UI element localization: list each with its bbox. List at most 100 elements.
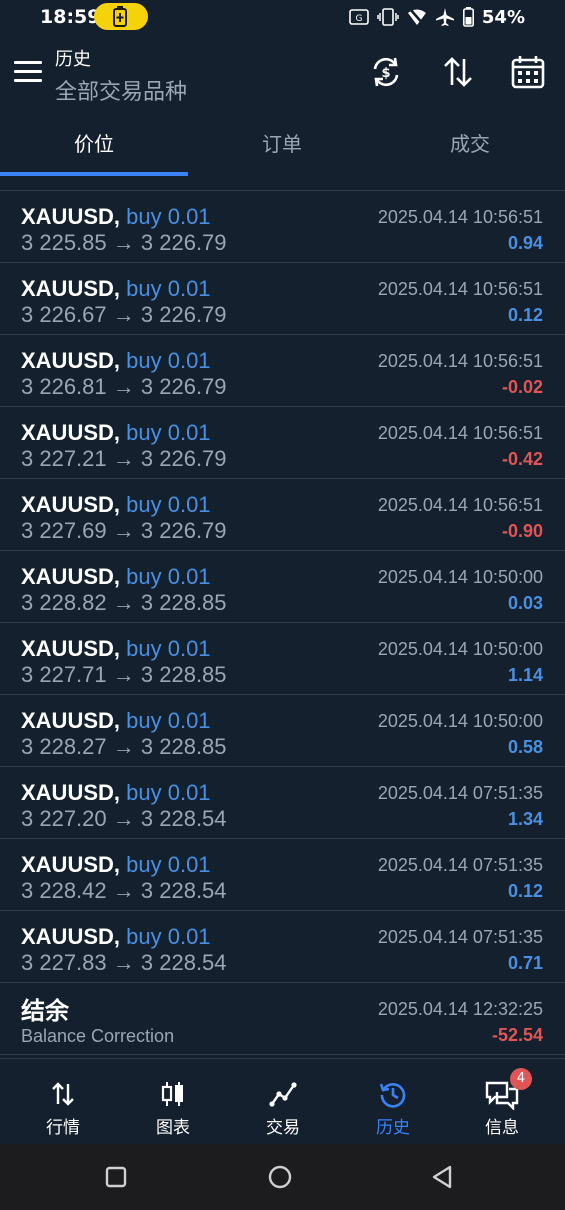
deal-row[interactable]: XAUUSD, buy 0.01 3 227.21 → 3 226.79 2025.… (0, 407, 565, 479)
home-icon (268, 1165, 292, 1189)
deal-row[interactable]: XAUUSD, buy 0.01 3 228.27 → 3 228.85 2025.… (0, 695, 565, 767)
deal-row[interactable]: XAUUSD, buy 0.01 3 226.81 → 3 226.79 2025.… (0, 335, 565, 407)
symbol-text: XAUUSD, (21, 636, 121, 661)
close-price: 3 228.85 (140, 734, 227, 759)
status-icons: G 54% (349, 5, 525, 29)
symbol-text: XAUUSD, (21, 348, 121, 373)
battery-saver-indicator (94, 3, 148, 30)
deal-profit: -0.02 (501, 377, 543, 397)
deal-row[interactable]: XAUUSD, buy 0.01 3 228.42 → 3 228.54 2025.… (0, 839, 565, 911)
deal-row[interactable]: XAUUSD, buy 0.01 3 227.83 → 3 228.54 2025.… (0, 911, 565, 983)
nav-messages[interactable]: 4 信息 (447, 1059, 557, 1145)
symbol-filter[interactable]: 全部交易品种 (55, 74, 187, 106)
sort-button[interactable] (440, 54, 476, 90)
tab-orders[interactable]: 订单 (188, 122, 376, 176)
open-price: 3 227.83 (21, 950, 107, 975)
arrow-icon: → (112, 374, 135, 399)
sync-button[interactable]: $ (368, 54, 404, 90)
deal-row[interactable]: XAUUSD, buy 0.01 3 225.85 → 3 226.79 2025.… (0, 191, 565, 263)
close-price: 3 226.79 (140, 518, 227, 543)
balance-subtitle: Balance Correction (21, 1026, 175, 1046)
arrow-icon: → (112, 950, 135, 975)
trade-icon (269, 1082, 297, 1107)
close-price: 3 228.85 (140, 662, 227, 687)
deal-profit: 0.58 (507, 737, 543, 757)
back-button[interactable] (430, 1164, 456, 1190)
deal-symbol: XAUUSD, buy 0.01 (21, 852, 211, 878)
status-time: 18:59 (40, 6, 101, 28)
symbol-text: XAUUSD, (21, 924, 121, 949)
close-price: 3 226.79 (140, 230, 227, 255)
open-price: 3 225.85 (21, 230, 107, 255)
unread-badge: 4 (510, 1068, 532, 1090)
open-price: 3 227.69 (21, 518, 107, 543)
battery-icon (462, 7, 474, 27)
deal-row[interactable]: XAUUSD, buy 0.01 3 227.71 → 3 228.85 2025.… (0, 623, 565, 695)
home-button[interactable] (267, 1164, 293, 1190)
deal-profit: -0.42 (501, 449, 543, 469)
deal-symbol: XAUUSD, buy 0.01 (21, 708, 211, 734)
nav-trade[interactable]: 交易 (228, 1059, 338, 1145)
recents-button[interactable] (103, 1164, 129, 1190)
symbol-text: XAUUSD, (21, 492, 121, 517)
chart-icon (161, 1082, 183, 1106)
nav-history-label: 历史 (376, 1118, 410, 1138)
deal-side: buy 0.01 (126, 924, 211, 949)
nav-history[interactable]: 历史 (338, 1059, 448, 1145)
balance-row[interactable]: 结余 Balance Correction 2025.04.14 12:32:2… (0, 983, 565, 1055)
deal-prices: 3 227.20 → 3 228.54 (21, 806, 227, 832)
battery-percent: 54% (481, 6, 525, 28)
deal-symbol: XAUUSD, buy 0.01 (21, 204, 211, 230)
deals-list[interactable]: XAUUSD, buy 0.01 3 225.85 → 3 226.79 2025.… (0, 176, 565, 1058)
deal-time: 2025.04.14 10:56:51 (377, 207, 543, 227)
symbol-text: XAUUSD, (21, 852, 121, 877)
deal-symbol: XAUUSD, buy 0.01 (21, 348, 211, 374)
symbol-text: XAUUSD, (21, 204, 121, 229)
history-icon (379, 1083, 406, 1108)
deal-symbol: XAUUSD, buy 0.01 (21, 492, 211, 518)
sync-icon: $ (373, 57, 399, 87)
deal-symbol: XAUUSD, buy 0.01 (21, 276, 211, 302)
recents-icon (105, 1166, 127, 1188)
deal-profit: 0.71 (507, 953, 543, 973)
deal-time: 2025.04.14 07:51:35 (377, 783, 543, 803)
deal-profit: 1.14 (507, 665, 543, 685)
back-icon (432, 1165, 452, 1189)
nav-chart-label: 图表 (156, 1118, 190, 1138)
menu-icon[interactable] (14, 61, 42, 83)
app-header: 历史 全部交易品种 $ (0, 36, 565, 122)
nav-messages-label: 信息 (485, 1118, 519, 1138)
symbol-text: XAUUSD, (21, 276, 121, 301)
tab-positions[interactable]: 价位 (0, 122, 188, 176)
deal-time: 2025.04.14 10:50:00 (377, 567, 543, 587)
deal-time: 2025.04.14 10:56:51 (377, 351, 543, 371)
deal-row[interactable]: XAUUSD, buy 0.01 3 227.20 → 3 228.54 2025.… (0, 767, 565, 839)
deal-profit: 0.12 (507, 305, 543, 325)
deal-side: buy 0.01 (126, 492, 211, 517)
close-price: 3 226.79 (140, 302, 227, 327)
deal-prices: 3 225.85 → 3 226.79 (21, 230, 227, 256)
deal-row[interactable]: XAUUSD, buy 0.01 3 226.67 → 3 226.79 2025.… (0, 263, 565, 335)
close-price: 3 228.54 (140, 806, 227, 831)
nav-chart[interactable]: 图表 (118, 1059, 228, 1145)
deal-symbol: XAUUSD, buy 0.01 (21, 924, 211, 950)
open-price: 3 227.20 (21, 806, 107, 831)
deal-time: 2025.04.14 07:51:35 (377, 855, 543, 875)
deal-side: buy 0.01 (126, 636, 211, 661)
deal-prices: 3 226.67 → 3 226.79 (21, 302, 227, 328)
balance-time: 2025.04.14 12:32:25 (377, 999, 543, 1019)
open-price: 3 226.67 (21, 302, 107, 327)
deal-time: 2025.04.14 10:56:51 (377, 423, 543, 443)
deal-row[interactable]: XAUUSD, buy 0.01 3 228.82 → 3 228.85 2025.… (0, 551, 565, 623)
tab-deals[interactable]: 成交 (376, 122, 564, 176)
deal-prices: 3 226.81 → 3 226.79 (21, 374, 227, 400)
deal-row[interactable]: XAUUSD, buy 0.01 3 227.69 → 3 226.79 2025.… (0, 479, 565, 551)
balance-amount: -52.54 (491, 1025, 543, 1045)
calendar-button[interactable] (510, 54, 546, 90)
deal-symbol: XAUUSD, buy 0.01 (21, 420, 211, 446)
nav-quotes[interactable]: 行情 (8, 1059, 118, 1145)
symbol-text: XAUUSD, (21, 708, 121, 733)
close-price: 3 226.79 (140, 446, 227, 471)
airplane-icon (435, 8, 454, 26)
deal-side: buy 0.01 (126, 420, 211, 445)
